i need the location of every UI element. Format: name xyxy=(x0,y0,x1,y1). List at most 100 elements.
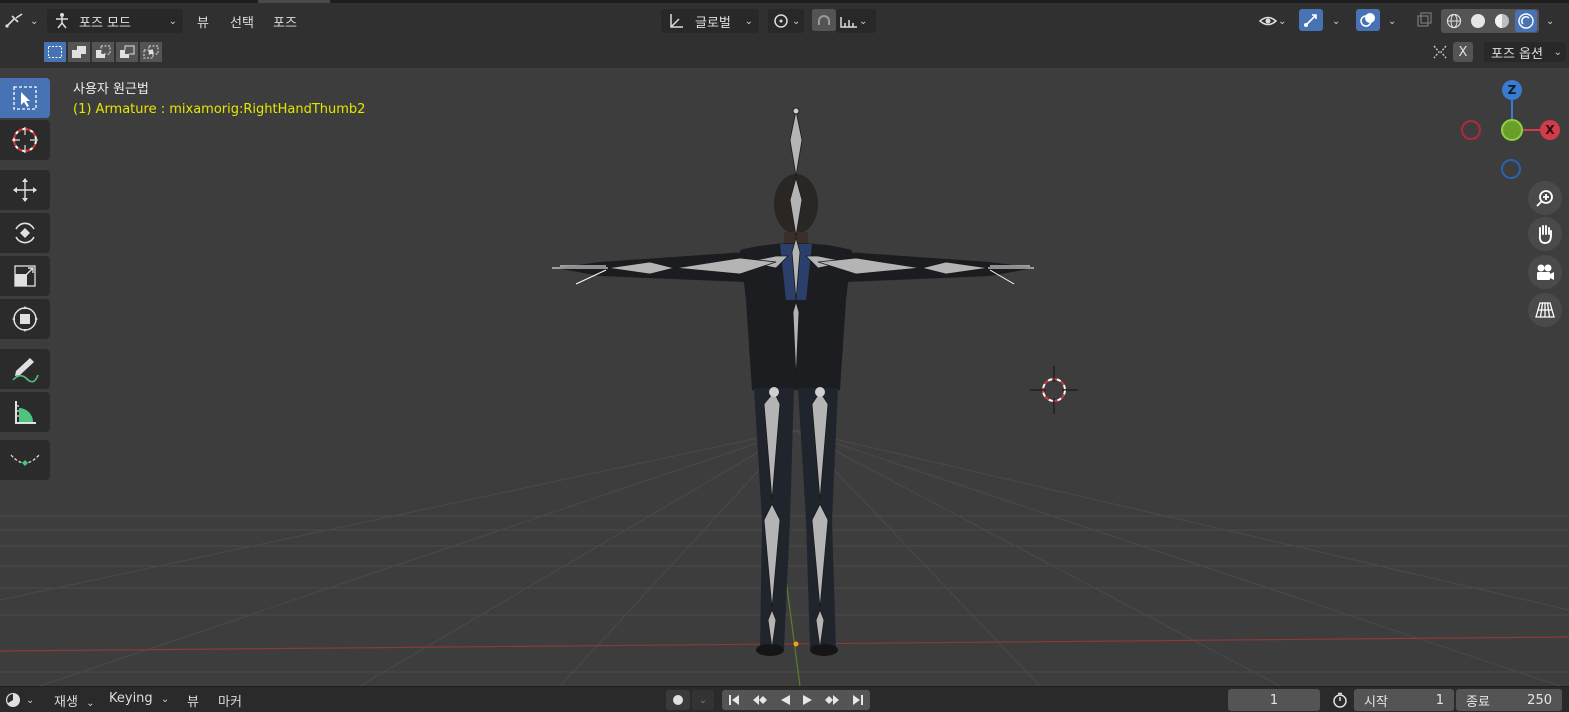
active-object-info: (1) Armature : mixamorig:RightHandThumb2 xyxy=(73,102,366,117)
shading-rendered-button[interactable] xyxy=(1515,10,1537,32)
shading-mode-group xyxy=(1441,9,1539,33)
tool-cursor[interactable] xyxy=(0,120,50,160)
view-name-label: 사용자 원근법 xyxy=(73,82,149,97)
mirror-x-toggle[interactable]: X xyxy=(1453,42,1473,62)
end-value: 250 xyxy=(1527,692,1552,708)
gizmo-neg-x[interactable] xyxy=(1461,120,1481,140)
start-value: 1 xyxy=(1435,692,1444,708)
mode-dropdown[interactable]: 포즈 모드 ⌄ xyxy=(47,9,183,33)
playback-menu[interactable]: 재생 ⌄ xyxy=(54,691,94,710)
select-set-icon xyxy=(48,46,62,58)
shading-dropdown[interactable]: ⌄ xyxy=(1542,9,1554,33)
editor-type-selector[interactable]: ⌄ xyxy=(4,9,40,33)
end-frame-field[interactable]: 종료 250 xyxy=(1456,689,1562,711)
cursor-icon xyxy=(12,127,38,153)
tool-transform[interactable] xyxy=(0,299,50,339)
select-mode-intersect-button[interactable] xyxy=(140,42,162,62)
visibility-eye-icon xyxy=(1258,16,1278,26)
play-reverse-icon[interactable] xyxy=(778,693,792,707)
gizmo-y-axis[interactable] xyxy=(1501,119,1523,141)
scale-icon xyxy=(14,265,36,287)
snap-magnet-icon xyxy=(818,15,830,25)
select-extend-icon xyxy=(72,46,86,58)
keying-menu[interactable]: Keying ⌄ xyxy=(109,691,169,706)
mirror-icon xyxy=(1433,45,1447,59)
playback-label: 재생 xyxy=(54,695,78,710)
camera-view-button[interactable] xyxy=(1528,255,1562,289)
snap-target-dropdown[interactable]: ⌄ xyxy=(836,9,876,33)
select-intersect-icon xyxy=(143,45,159,59)
transform-orientation-dropdown[interactable]: 글로벌 ⌄ xyxy=(661,9,759,33)
jump-start-icon[interactable] xyxy=(726,693,742,707)
gizmo-z-axis[interactable]: Z xyxy=(1502,80,1522,100)
marker-menu[interactable]: 마커 xyxy=(218,691,242,710)
tool-annotate[interactable] xyxy=(0,349,50,389)
overlay-toggle[interactable] xyxy=(1356,9,1380,31)
keying-set-dropdown[interactable]: ⌄ xyxy=(692,690,714,710)
chevron-down-icon: ⌄ xyxy=(1388,15,1397,27)
pivot-icon xyxy=(774,14,788,28)
shading-material-button[interactable] xyxy=(1491,10,1513,32)
playback-controls xyxy=(722,690,870,710)
gizmo-x-axis[interactable]: X xyxy=(1540,120,1560,140)
timeline-view-menu[interactable]: 뷰 xyxy=(187,691,199,710)
jump-end-icon[interactable] xyxy=(850,693,866,707)
chevron-down-icon: ⌄ xyxy=(168,15,177,27)
3d-viewport[interactable]: Z X 사용자 원근법 (1) Armature : mixamorig:Rig… xyxy=(0,68,1569,686)
overlay-icon xyxy=(1360,13,1375,27)
snap-toggle[interactable] xyxy=(812,9,836,31)
menu-view[interactable]: 뷰 xyxy=(197,9,209,33)
scene-canvas xyxy=(0,98,1569,686)
annotate-icon xyxy=(12,358,39,383)
pose-options-dropdown[interactable]: 포즈 옵션 ⌄ xyxy=(1484,42,1566,62)
next-keyframe-icon[interactable] xyxy=(823,693,841,707)
overlay-dropdown[interactable]: ⌄ xyxy=(1384,9,1396,33)
mode-label: 포즈 모드 xyxy=(79,15,131,31)
select-mode-set-button[interactable] xyxy=(44,42,66,62)
navigation-gizmo[interactable] xyxy=(1461,98,1542,179)
menu-pose[interactable]: 포즈 xyxy=(273,9,297,33)
chevron-down-icon: ⌄ xyxy=(859,15,868,27)
move-icon xyxy=(13,178,37,202)
pivot-point-dropdown[interactable]: ⌄ xyxy=(768,9,804,33)
perspective-toggle-button[interactable] xyxy=(1528,293,1562,327)
tool-measure[interactable] xyxy=(0,392,50,432)
tool-relax-pose[interactable] xyxy=(0,440,50,480)
gizmo-toggle[interactable] xyxy=(1299,9,1323,31)
viewport-header: ⌄ 포즈 모드 ⌄ 뷰 선택 포즈 글로벌 ⌄ ⌄ ⌄ ⌄ ⌄ ⌄ ⌄ xyxy=(0,0,1569,36)
armature-editor-icon xyxy=(5,13,23,28)
preview-range-toggle[interactable] xyxy=(1328,690,1352,710)
zoom-button[interactable] xyxy=(1528,181,1562,215)
mirror-axis-icon-button[interactable] xyxy=(1430,42,1450,62)
auto-keying-toggle[interactable] xyxy=(666,690,690,710)
visibility-dropdown[interactable]: ⌄ xyxy=(1254,9,1294,33)
select-invert-icon xyxy=(120,45,135,58)
rotate-icon xyxy=(15,222,35,244)
select-box-icon xyxy=(13,86,37,110)
pan-button[interactable] xyxy=(1528,217,1562,251)
end-label: 종료 xyxy=(1466,694,1490,710)
gizmo-dropdown[interactable]: ⌄ xyxy=(1328,9,1340,33)
tool-select-box[interactable] xyxy=(0,78,50,118)
shading-wireframe-button[interactable] xyxy=(1443,10,1465,32)
current-frame-field[interactable]: 1 xyxy=(1228,689,1320,711)
x-axis-line xyxy=(0,636,1569,652)
rendered-sphere-icon xyxy=(1518,13,1534,29)
play-icon[interactable] xyxy=(800,693,814,707)
timeline-editor-selector[interactable]: ⌄ xyxy=(4,691,34,709)
menu-select[interactable]: 선택 xyxy=(230,9,254,33)
origin-point xyxy=(793,641,799,647)
select-mode-extend-button[interactable] xyxy=(68,42,90,62)
tool-rotate[interactable] xyxy=(0,213,50,253)
select-mode-invert-button[interactable] xyxy=(116,42,138,62)
tool-move[interactable] xyxy=(0,170,50,210)
chevron-down-icon: ⌄ xyxy=(1553,46,1562,58)
tool-scale[interactable] xyxy=(0,256,50,296)
xray-toggle[interactable] xyxy=(1412,9,1436,31)
shading-solid-button[interactable] xyxy=(1467,10,1489,32)
gizmo-neg-z[interactable] xyxy=(1501,159,1521,179)
select-mode-subtract-button[interactable] xyxy=(92,42,114,62)
chevron-down-icon: ⌄ xyxy=(698,694,708,706)
prev-keyframe-icon[interactable] xyxy=(751,693,769,707)
start-frame-field[interactable]: 시작 1 xyxy=(1354,689,1454,711)
